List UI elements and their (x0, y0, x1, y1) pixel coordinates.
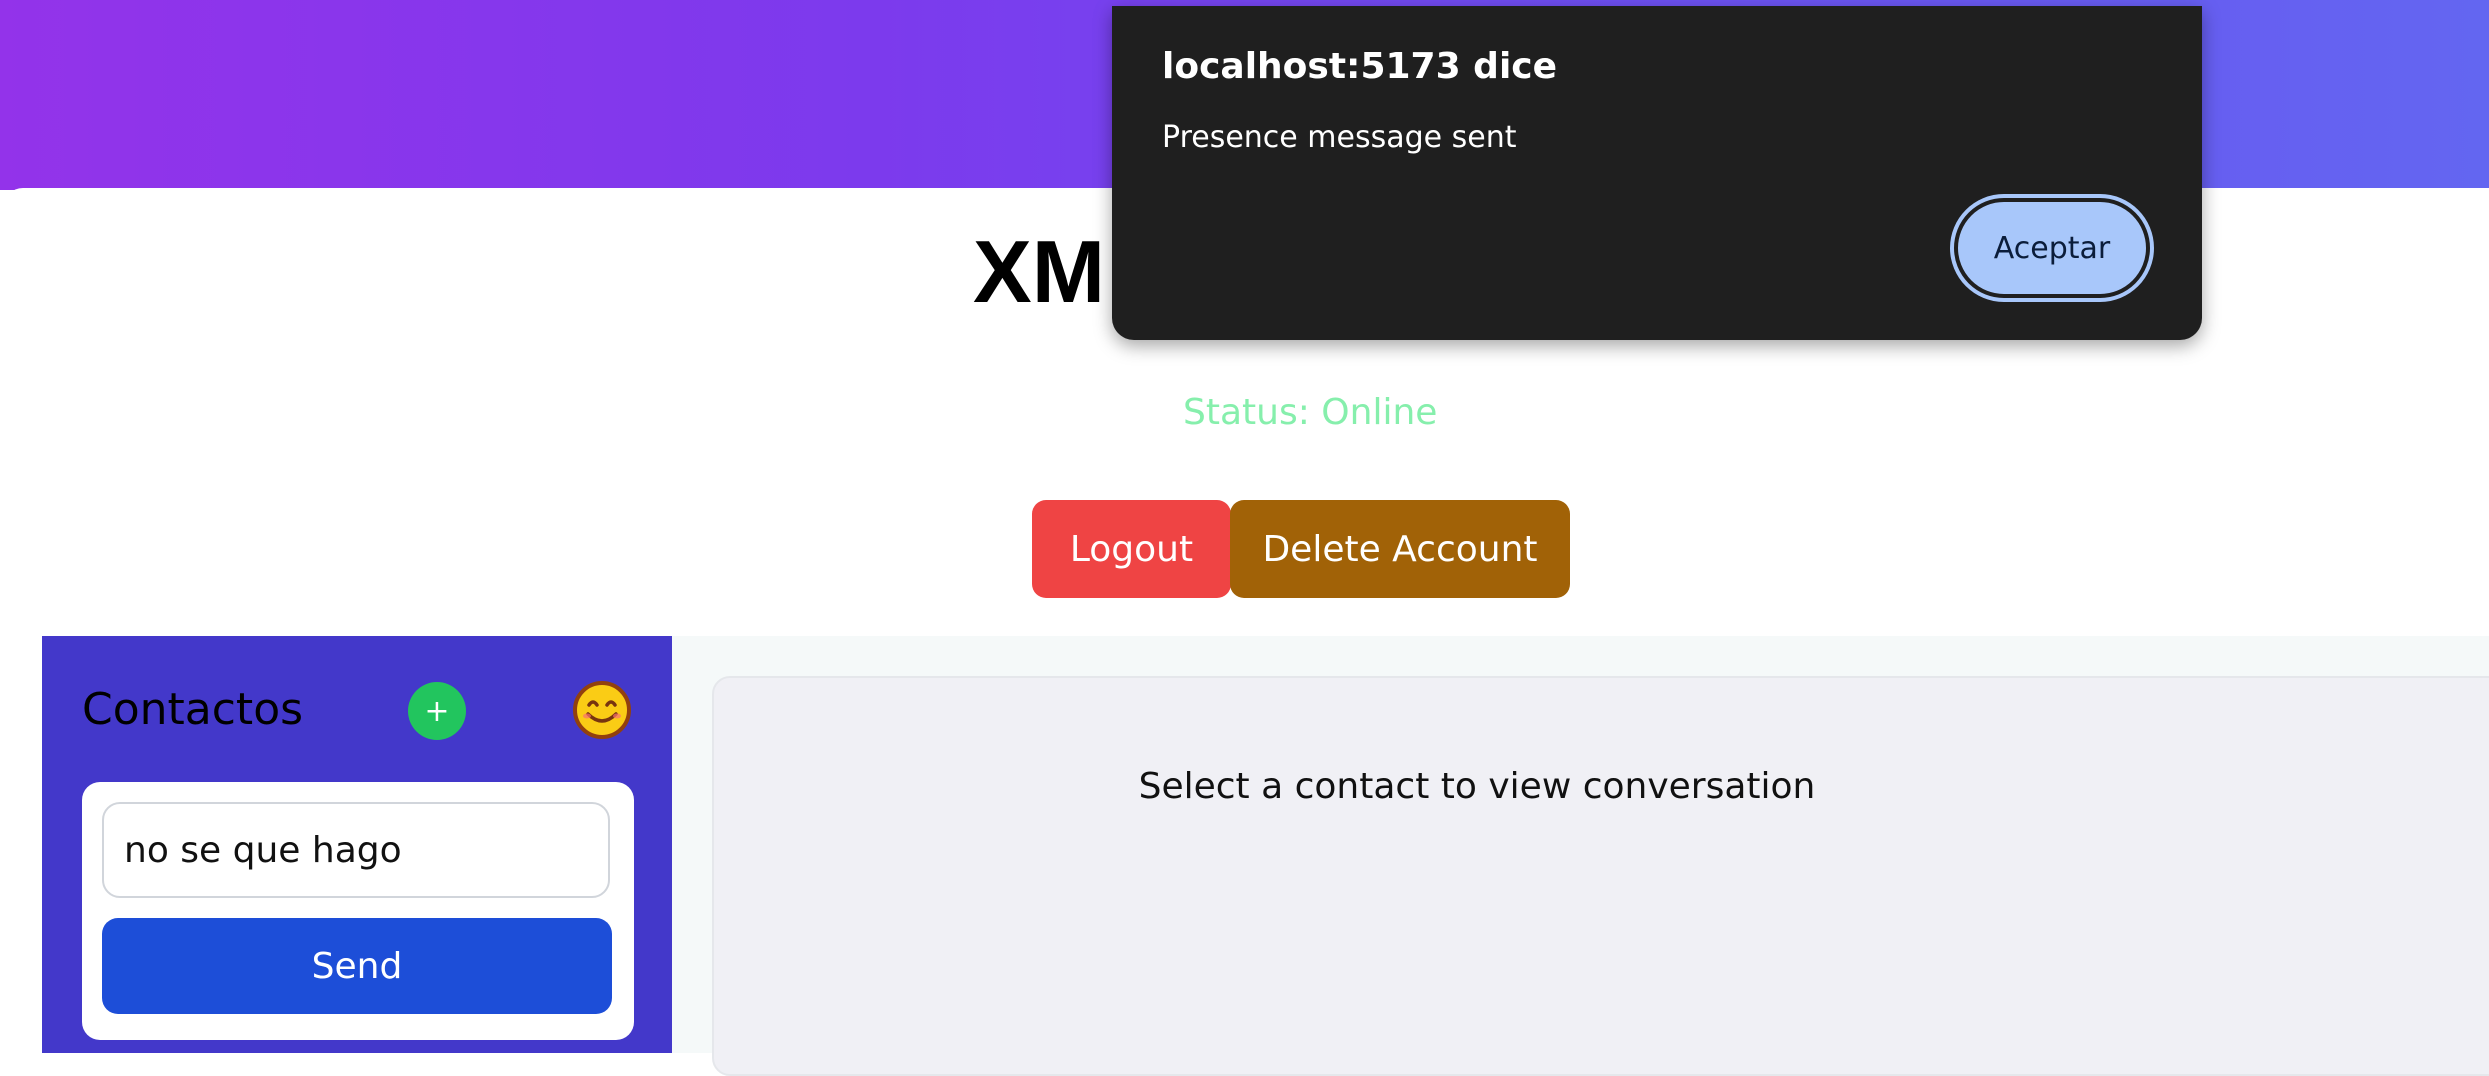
conversation-panel: Select a contact to view conversation (712, 676, 2489, 1076)
logout-button[interactable]: Logout (1032, 500, 1231, 598)
alert-message: Presence message sent (1162, 120, 1517, 155)
delete-account-button[interactable]: Delete Account (1230, 500, 1570, 598)
alert-dialog: localhost:5173 dice Presence message sen… (1112, 6, 2202, 340)
page-title: XM (973, 222, 1105, 321)
status-emoji-button[interactable] (572, 680, 632, 740)
alert-title: localhost:5173 dice (1162, 46, 1558, 87)
contacts-sidebar: Contactos + Send (42, 636, 672, 1053)
conversation-area: Select a contact to view conversation (672, 636, 2489, 1076)
plus-icon: + (424, 693, 450, 729)
smiley-icon (573, 681, 631, 739)
presence-message-input[interactable] (102, 802, 610, 898)
alert-accept-button[interactable]: Aceptar (1954, 198, 2150, 298)
status-text: Status: Online (1183, 392, 1438, 433)
conversation-placeholder: Select a contact to view conversation (1138, 766, 1816, 807)
send-presence-button[interactable]: Send (102, 918, 612, 1014)
add-contact-button[interactable]: + (408, 682, 466, 740)
sidebar-title: Contactos (82, 684, 304, 735)
presence-message-box: Send (82, 782, 634, 1040)
